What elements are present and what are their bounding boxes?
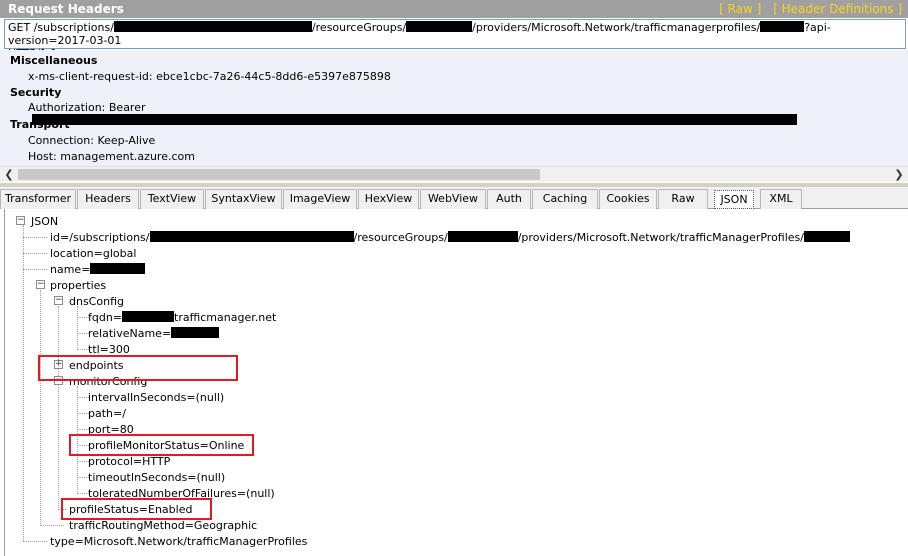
tree-node-relativename[interactable]: relativeName=: [88, 327, 220, 340]
request-line-1: GET /subscriptions/ /resourceGroups/ /prov…: [8, 21, 902, 47]
tree-node-json[interactable]: JSON: [31, 215, 58, 228]
raw-link[interactable]: [ Raw ]: [719, 2, 761, 16]
json-tree: − − − + − JSON id=/subscriptions//resour…: [4, 209, 906, 556]
collapse-properties-icon[interactable]: −: [36, 280, 45, 289]
redacted-bearer-token: [32, 114, 797, 125]
tree-line: [23, 253, 47, 254]
collapse-json-icon[interactable]: −: [16, 216, 25, 225]
request-headers-titlebar: Request Headers [ Raw ] [ Header Definit…: [0, 0, 908, 18]
scroll-thumb[interactable]: [18, 169, 540, 180]
highlight-profile-status: [61, 498, 212, 520]
titlebar-links: [ Raw ] [ Header Definitions ]: [711, 2, 902, 16]
tree-line: [23, 269, 47, 270]
tab-textview[interactable]: TextView: [140, 189, 204, 209]
tab-syntaxview[interactable]: SyntaxView: [205, 189, 282, 209]
tree-line: [23, 541, 47, 542]
tree-node-protocol[interactable]: protocol=HTTP: [88, 455, 170, 468]
tab-headers[interactable]: Headers: [77, 189, 139, 209]
tree-line: [58, 306, 59, 510]
header-authorization[interactable]: Authorization: Bearer: [28, 101, 908, 127]
scroll-right-icon[interactable]: ❯: [892, 168, 906, 182]
inspector-tabs: Transformer Headers TextView SyntaxView …: [0, 187, 908, 209]
tab-webview[interactable]: WebView: [420, 189, 486, 209]
redacted-profile-name: [760, 21, 805, 32]
tab-json[interactable]: JSON: [714, 190, 754, 209]
scroll-left-icon[interactable]: ❮: [2, 168, 16, 182]
redacted-relativename: [171, 327, 220, 338]
tree-line: [23, 237, 47, 238]
name-label: name=: [50, 263, 91, 276]
group-transport[interactable]: Transport: [10, 118, 70, 131]
tab-raw[interactable]: Raw: [658, 189, 708, 209]
id-provider: /providers/Microsoft.Network/trafficMana…: [517, 231, 804, 244]
group-security[interactable]: Security: [10, 86, 61, 99]
tab-transformer[interactable]: Transformer: [0, 189, 76, 209]
fqdn-label: fqdn=: [88, 311, 123, 324]
tree-node-dnsconfig[interactable]: dnsConfig: [69, 295, 124, 308]
panel-title: Request Headers: [8, 2, 124, 16]
id-rg: /resourceGroups/: [353, 231, 448, 244]
redacted-fqdn: [122, 311, 175, 322]
tree-node-id[interactable]: id=/subscriptions/ /resourceGroups/ /provi…: [50, 231, 850, 244]
header-connection[interactable]: Connection: Keep-Alive: [28, 134, 155, 147]
relativename-label: relativeName=: [88, 327, 172, 340]
tab-xml[interactable]: XML: [760, 189, 802, 209]
tab-auth[interactable]: Auth: [487, 189, 531, 209]
tree-line: [40, 290, 41, 526]
tree-node-name[interactable]: name=: [50, 263, 146, 276]
highlight-profile-monitor-status: [69, 434, 254, 456]
redacted-id-profile: [804, 231, 850, 242]
tree-node-fqdn[interactable]: fqdn= trafficmanager.net: [88, 311, 276, 324]
header-definitions-link[interactable]: [ Header Definitions ]: [773, 2, 902, 16]
tree-node-path[interactable]: path=/: [88, 407, 126, 420]
header-host[interactable]: Host: management.azure.com: [28, 150, 195, 163]
headers-list: Miscellaneous x-ms-client-request-id: eb…: [0, 50, 908, 168]
redacted-resource-group: [406, 21, 473, 32]
tree-node-interval[interactable]: intervalInSeconds=(null): [88, 391, 224, 404]
tab-imageview[interactable]: ImageView: [283, 189, 357, 209]
tab-caching[interactable]: Caching: [532, 189, 598, 209]
tree-node-type[interactable]: type=Microsoft.Network/trafficManagerPro…: [50, 535, 307, 548]
tree-node-routing-method[interactable]: trafficRoutingMethod=Geographic: [69, 519, 257, 532]
tree-node-properties[interactable]: properties: [50, 279, 106, 292]
tree-node-timeout[interactable]: timeoutInSeconds=(null): [88, 471, 225, 484]
tree-line: [40, 525, 64, 526]
collapse-dnsconfig-icon[interactable]: −: [54, 296, 63, 305]
tab-hexview[interactable]: HexView: [358, 189, 419, 209]
request-path-rg: /resourceGroups/: [311, 21, 407, 34]
headers-horizontal-scrollbar[interactable]: ❮ ❯: [0, 166, 908, 182]
tree-line: [77, 306, 78, 350]
authorization-label: Authorization: Bearer: [28, 101, 146, 114]
tree-node-location[interactable]: location=global: [50, 247, 136, 260]
redacted-id-resource-group: [447, 231, 518, 242]
redacted-id-subscription: [149, 231, 354, 242]
group-miscellaneous[interactable]: Miscellaneous: [10, 54, 97, 67]
redacted-name: [90, 263, 146, 274]
id-prefix: id=/subscriptions/: [50, 231, 150, 244]
tree-line: [23, 225, 24, 541]
fqdn-suffix: trafficmanager.net: [174, 311, 277, 324]
request-path-provider: /providers/Microsoft.Network/trafficmana…: [472, 21, 761, 34]
request-line-box[interactable]: GET /subscriptions/ /resourceGroups/ /prov…: [4, 19, 906, 60]
request-method-path: GET /subscriptions/: [8, 21, 114, 34]
tab-cookies[interactable]: Cookies: [599, 189, 657, 209]
redacted-subscription: [113, 21, 312, 32]
header-client-request-id[interactable]: x-ms-client-request-id: ebce1cbc-7a26-44…: [28, 70, 391, 83]
highlight-endpoints: [38, 355, 238, 381]
